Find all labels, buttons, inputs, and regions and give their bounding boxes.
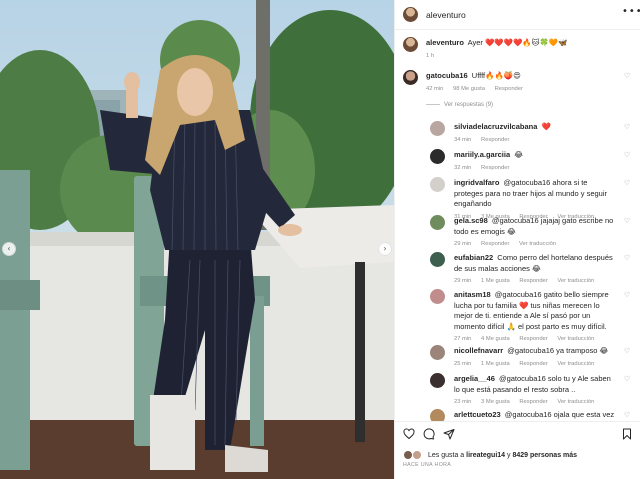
reply-like-icon[interactable]: ♡ — [624, 411, 630, 419]
reply-like-icon[interactable]: ♡ — [624, 151, 630, 159]
reply-like-icon[interactable]: ♡ — [624, 291, 630, 299]
likes-prefix: Les gusta a — [428, 451, 467, 459]
replier-username[interactable]: eufabian22 — [454, 253, 493, 262]
post-photo[interactable]: ‹ › — [0, 0, 394, 479]
reply-button[interactable]: Responder — [519, 399, 547, 405]
liker-avatar — [412, 450, 422, 460]
reply-button[interactable]: Responder — [519, 361, 547, 367]
reply-like-icon[interactable]: ♡ — [624, 123, 630, 131]
photo-illustration — [0, 0, 394, 479]
likes-summary[interactable]: Les gusta a lireategui14 y 8429 personas… — [403, 450, 577, 460]
instagram-post: ‹ › aleventuro ••• aleventuro Ayer ❤️❤️❤… — [0, 0, 640, 479]
replier-avatar[interactable] — [430, 149, 445, 164]
likes-count[interactable]: 8429 personas más — [512, 452, 577, 459]
reply-button[interactable]: Responder — [481, 165, 509, 171]
liker-avatars — [403, 450, 425, 460]
translate-button[interactable]: Ver traducción — [519, 241, 556, 247]
replier-avatar[interactable] — [430, 215, 445, 230]
replier-username[interactable]: ingridvalfaro — [454, 178, 499, 187]
post-header: aleventuro ••• — [395, 0, 640, 30]
reply-time: 29 min — [454, 241, 472, 247]
reply-button[interactable]: Responder — [481, 241, 509, 247]
paper-plane-icon[interactable] — [443, 428, 455, 440]
caption-avatar[interactable] — [403, 37, 418, 52]
heart-outline-icon[interactable] — [403, 428, 415, 440]
next-photo-button[interactable]: › — [378, 242, 392, 256]
liker-username[interactable]: lireategui14 — [466, 452, 505, 459]
caption-username[interactable]: aleventuro — [426, 38, 464, 47]
reply-likes[interactable]: 1 Me gusta — [481, 361, 510, 367]
replier-avatar[interactable] — [430, 345, 445, 360]
replier-avatar[interactable] — [430, 121, 445, 136]
reply-like-icon[interactable]: ♡ — [624, 217, 630, 225]
reply-text: ❤️ — [541, 122, 551, 131]
replier-username[interactable]: argelia__46 — [454, 374, 495, 383]
reply-button[interactable]: Responder — [519, 336, 547, 342]
commenter-avatar[interactable] — [403, 70, 418, 85]
divider-dash — [426, 103, 440, 105]
replier-avatar[interactable] — [430, 409, 445, 421]
reply-likes[interactable]: 3 Me gusta — [481, 399, 510, 405]
translate-button[interactable]: Ver traducción — [557, 336, 594, 342]
comment-time: 42 min — [426, 85, 444, 92]
replier-avatar[interactable] — [430, 289, 445, 304]
comment-list[interactable]: aleventuro Ayer ❤️❤️❤️❤️🔥🐱🍀🧡🦋 1 h gatocu… — [395, 31, 640, 421]
more-options-button[interactable]: ••• — [622, 6, 640, 17]
replier-username[interactable]: gela.sc98 — [454, 216, 488, 225]
reply-like-icon[interactable]: ♡ — [624, 375, 630, 383]
reply-time: 34 min — [454, 136, 472, 143]
translate-button[interactable]: Ver traducción — [557, 361, 594, 367]
comment-bubble-icon[interactable] — [423, 428, 435, 440]
reply-button[interactable]: Responder — [481, 137, 509, 143]
reply-time: 25 min — [454, 360, 472, 367]
post-actions: Les gusta a lireategui14 y 8429 personas… — [395, 421, 640, 479]
translate-button[interactable]: Ver traducción — [557, 278, 594, 284]
author-username[interactable]: aleventuro — [426, 10, 466, 20]
replier-avatar[interactable] — [430, 373, 445, 388]
replier-username[interactable]: mariily.a.garciia — [454, 150, 510, 159]
reply-like-icon[interactable]: ♡ — [624, 179, 630, 187]
translate-button[interactable]: Ver traducción — [557, 399, 594, 405]
comments-panel: aleventuro ••• aleventuro Ayer ❤️❤️❤️❤️🔥… — [394, 0, 640, 479]
replier-avatar[interactable] — [430, 252, 445, 267]
replier-username[interactable]: nicollefnavarr — [454, 346, 503, 355]
comment-text: Uffff🔥🔥🍑😍 — [471, 71, 521, 80]
reply-button[interactable]: Responder — [519, 278, 547, 284]
post-timestamp: HACE UNA HORA — [403, 462, 452, 468]
previous-photo-button[interactable]: ‹ — [2, 242, 16, 256]
replier-username[interactable]: silviadelacruzvilcabana — [454, 122, 537, 131]
reply-likes[interactable]: 4 Me gusta — [481, 336, 510, 342]
reply-time: 23 min — [454, 399, 472, 405]
bookmark-icon[interactable] — [621, 428, 633, 440]
reply-button[interactable]: Responder — [495, 86, 523, 92]
caption-text: Ayer ❤️❤️❤️❤️🔥🐱🍀🧡🦋 — [467, 38, 568, 47]
caption-time: 1 h — [426, 52, 435, 59]
author-avatar[interactable] — [403, 7, 418, 22]
reply-text: @gatocuba16 ya tramposo 😂 — [507, 346, 609, 355]
reply-like-icon[interactable]: ♡ — [624, 347, 630, 355]
view-replies-button[interactable]: Ver respuestas (9) — [426, 102, 493, 108]
commenter-username[interactable]: gatocuba16 — [426, 71, 468, 80]
replier-username[interactable]: anitasm18 — [454, 290, 491, 299]
reply-like-icon[interactable]: ♡ — [624, 254, 630, 262]
reply-time: 32 min — [454, 164, 472, 171]
replier-username[interactable]: arlettcueto23 — [454, 410, 501, 419]
reply-text: 😂 — [514, 150, 524, 159]
replier-avatar[interactable] — [430, 177, 445, 192]
comment-like-icon[interactable]: ♡ — [624, 72, 630, 80]
reply-likes[interactable]: 1 Me gusta — [481, 278, 510, 284]
reply-time: 29 min — [454, 278, 472, 284]
comment-likes[interactable]: 98 Me gusta — [453, 86, 485, 92]
reply-time: 27 min — [454, 336, 472, 342]
view-replies-label: Ver respuestas (9) — [444, 102, 494, 108]
